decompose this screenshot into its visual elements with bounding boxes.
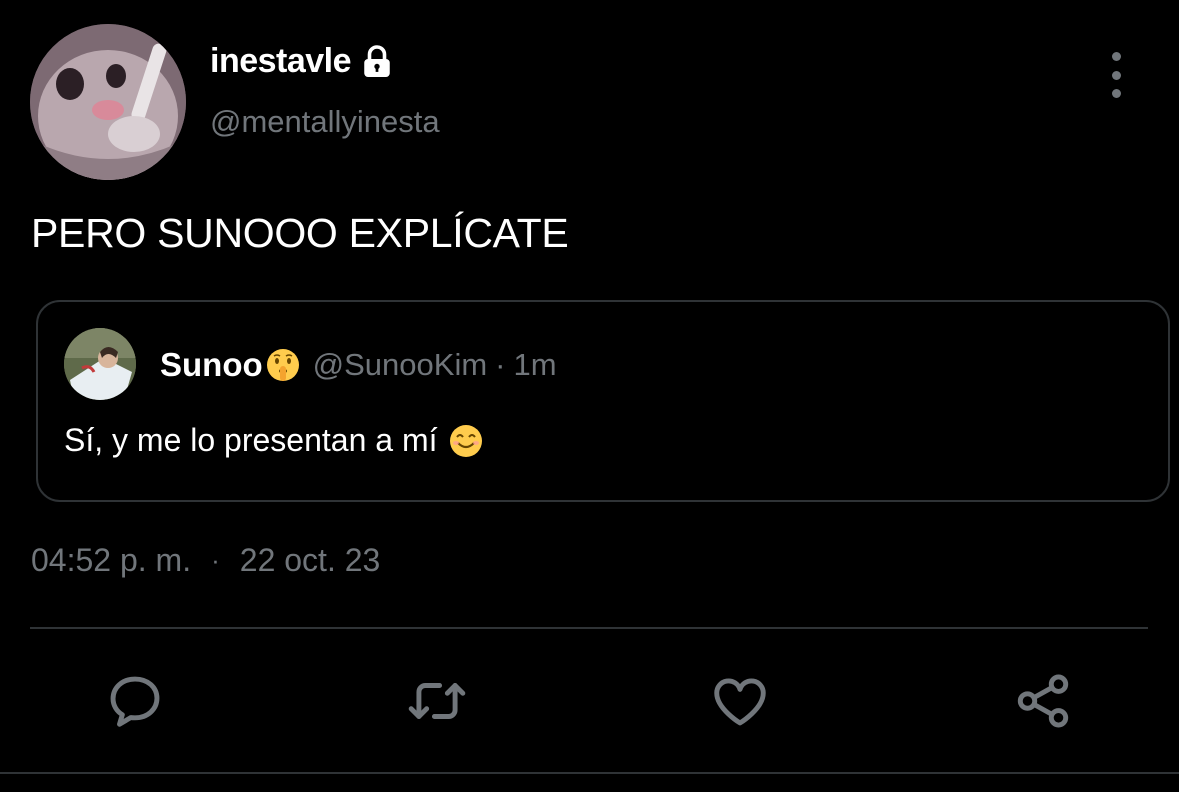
reply-icon [110, 676, 160, 727]
smiling-face-icon [449, 424, 482, 457]
tweet-date[interactable]: 22 oct. 23 [240, 542, 381, 579]
reply-button[interactable] [104, 670, 166, 732]
tweet-meta: 04:52 p. m. · 22 oct. 23 [31, 542, 380, 579]
quoted-tweet-card[interactable]: Sunoo @SunooKim · 1m Sí, y me lo present… [36, 300, 1170, 502]
quoted-handle[interactable]: @SunooKim [313, 347, 488, 383]
tweet-text: PERO SUNOOO EXPLÍCATE [31, 210, 569, 256]
share-icon [1017, 674, 1069, 728]
author-handle[interactable]: @mentallyinesta [210, 104, 440, 140]
retweet-button[interactable] [406, 670, 468, 732]
quoted-author-avatar[interactable] [64, 328, 136, 400]
quoted-separator: · [495, 347, 506, 382]
cat-avatar-image [30, 24, 186, 180]
shushing-face-icon [266, 349, 299, 381]
lock-icon [364, 44, 390, 77]
share-button[interactable] [1012, 670, 1074, 732]
more-options-button[interactable] [1096, 52, 1136, 98]
heart-icon [714, 678, 766, 726]
tweet-time[interactable]: 04:52 p. m. [31, 542, 191, 579]
author-avatar[interactable] [30, 24, 186, 180]
quoted-avatar-image [64, 328, 136, 400]
more-dot-icon [1111, 52, 1121, 61]
quoted-tweet-header: Sunoo @SunooKim · 1m [160, 346, 557, 384]
retweet-icon [408, 683, 466, 719]
bottom-divider [0, 772, 1179, 774]
like-button[interactable] [709, 670, 771, 732]
quoted-tweet-text-row: Sí, y me lo presentan a mí [64, 422, 484, 459]
quoted-tweet-text: Sí, y me lo presentan a mí [64, 422, 438, 458]
quoted-timestamp[interactable]: 1m [513, 347, 556, 383]
meta-separator: · [211, 545, 220, 575]
more-dot-icon [1111, 70, 1121, 80]
author-display-name[interactable]: inestavle [210, 42, 352, 81]
author-name-row: inestavle [210, 42, 395, 81]
quoted-display-name[interactable]: Sunoo [160, 346, 263, 384]
divider [30, 627, 1148, 629]
more-dot-icon [1111, 89, 1121, 98]
